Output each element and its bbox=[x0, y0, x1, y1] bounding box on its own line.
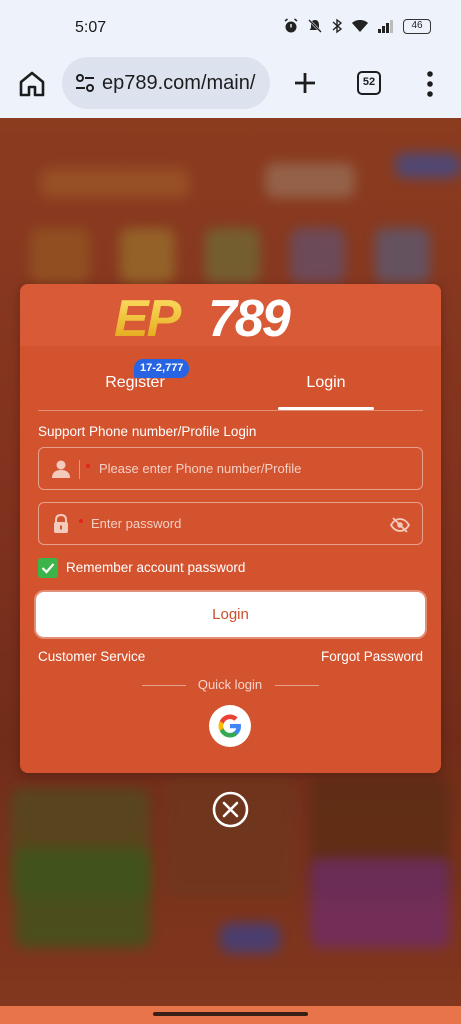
password-placeholder: Enter password bbox=[91, 516, 182, 531]
quick-login-label: Quick login bbox=[197, 677, 263, 692]
wifi-icon bbox=[352, 20, 368, 32]
divider-line bbox=[142, 685, 186, 686]
tab-login[interactable]: Login bbox=[256, 374, 396, 392]
tab-divider bbox=[38, 410, 423, 411]
new-tab-plus-icon[interactable] bbox=[290, 68, 320, 98]
signal-icon bbox=[378, 20, 393, 33]
divider-line bbox=[275, 685, 319, 686]
remember-label[interactable]: Remember account password bbox=[66, 560, 245, 575]
home-icon[interactable] bbox=[16, 68, 48, 100]
customer-service-link[interactable]: Customer Service bbox=[38, 649, 145, 664]
status-time: 5:07 bbox=[75, 19, 107, 36]
login-modal: EP 789 Register 17-2,777 Login Support P… bbox=[20, 284, 441, 773]
svg-text:EP: EP bbox=[114, 290, 182, 344]
field-separator bbox=[79, 460, 80, 479]
login-button[interactable]: Login bbox=[36, 592, 425, 637]
register-badge: 17-2,777 bbox=[134, 359, 190, 378]
system-nav-bar bbox=[0, 1006, 461, 1024]
password-input[interactable]: Enter password bbox=[38, 502, 423, 545]
required-dot bbox=[79, 519, 83, 523]
status-icons: 46 bbox=[283, 18, 431, 34]
menu-icon[interactable] bbox=[420, 68, 440, 100]
lock-icon bbox=[54, 514, 68, 533]
battery-icon: 46 bbox=[403, 18, 431, 34]
address-bar[interactable]: ep789.com/main/ bbox=[62, 57, 270, 109]
tabs-count-button[interactable]: 52 bbox=[357, 71, 381, 95]
login-field-label: Support Phone number/Profile Login bbox=[38, 424, 257, 439]
alarm-icon bbox=[284, 18, 298, 33]
svg-text:789: 789 bbox=[208, 290, 291, 344]
forgot-password-link[interactable]: Forgot Password bbox=[321, 649, 423, 664]
remember-checkbox[interactable] bbox=[38, 558, 58, 578]
google-login-button[interactable] bbox=[209, 705, 251, 747]
phone-input[interactable]: Please enter Phone number/Profile bbox=[38, 447, 423, 490]
status-bar: 5:07 46 bbox=[0, 0, 461, 52]
ep789-logo: EP 789 bbox=[114, 290, 293, 344]
user-icon bbox=[52, 460, 70, 478]
eye-off-icon[interactable] bbox=[390, 515, 410, 535]
modal-header: EP 789 bbox=[20, 284, 441, 346]
bluetooth-icon bbox=[332, 18, 343, 34]
url-text[interactable]: ep789.com/main/ bbox=[102, 72, 266, 95]
required-dot bbox=[86, 464, 90, 468]
close-icon[interactable] bbox=[212, 791, 249, 828]
google-icon bbox=[218, 714, 241, 738]
browser-toolbar: ep789.com/main/ 52 bbox=[0, 52, 461, 118]
mute-icon bbox=[308, 19, 322, 33]
checkmark-icon bbox=[41, 563, 55, 574]
gesture-handle[interactable] bbox=[153, 1012, 308, 1016]
phone-placeholder: Please enter Phone number/Profile bbox=[99, 461, 302, 476]
site-settings-icon[interactable] bbox=[74, 72, 96, 94]
